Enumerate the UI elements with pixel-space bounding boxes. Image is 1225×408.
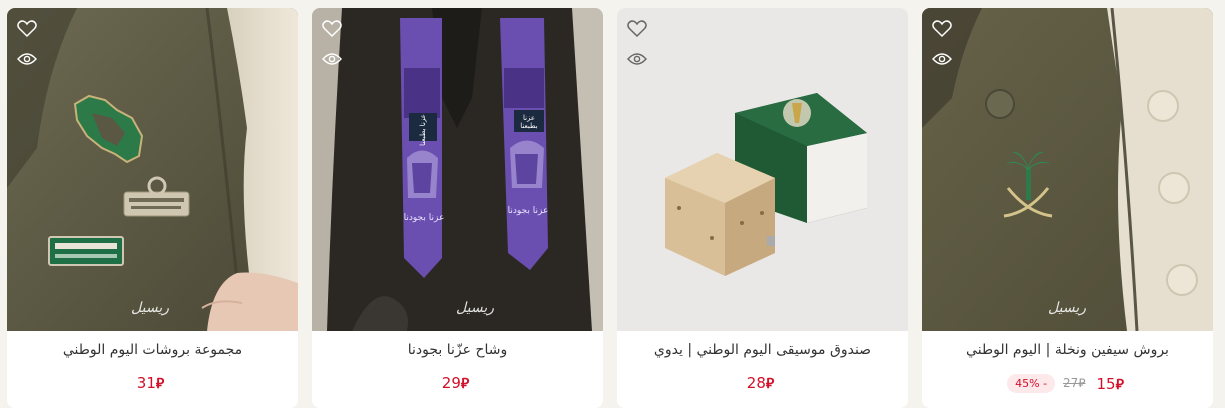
riyal-icon: ⃁: [460, 376, 470, 392]
price-row: 28⃁: [617, 374, 908, 392]
price-row: 29⃁: [312, 374, 603, 392]
old-price: 27⃁: [1063, 376, 1086, 390]
product-card-brooch-collection[interactable]: ريسيل مجموعة بروشات اليوم الوطني 31⃁: [7, 8, 298, 408]
product-title[interactable]: مجموعة بروشات اليوم الوطني: [7, 342, 298, 358]
current-price: 15⃁: [1096, 374, 1124, 393]
product-title[interactable]: وشاح عزّنا بجودنا: [312, 342, 603, 358]
discount-badge: 45% -: [1007, 374, 1056, 393]
riyal-icon: ⃁: [155, 376, 165, 392]
product-image[interactable]: ريسيل: [922, 8, 1213, 331]
riyal-icon: ⃁: [1078, 376, 1086, 390]
scarf-text-bottom-left: عزنا بجودنا: [403, 213, 445, 223]
heart-icon[interactable]: [625, 17, 649, 41]
product-grid: ريسيل مجموعة بروشات اليوم الوطني 31⃁: [0, 0, 1225, 408]
heart-icon[interactable]: [930, 17, 954, 41]
heart-icon[interactable]: [320, 17, 344, 41]
watermark: ريسيل: [131, 300, 169, 316]
scarf-text-left: عزنا بطبعنا: [419, 114, 427, 146]
eye-icon[interactable]: [625, 47, 649, 71]
riyal-icon: ⃁: [765, 376, 775, 392]
eye-icon[interactable]: [15, 47, 39, 71]
riyal-icon: ⃁: [1115, 376, 1124, 393]
product-card-music-box[interactable]: صندوق موسيقى اليوم الوطني | يدوي 28⃁: [617, 8, 908, 408]
scarf-text-bottom-right: عزنا بجودنا: [507, 206, 549, 216]
watermark: ريسيل: [1048, 300, 1086, 316]
product-image[interactable]: ريسيل: [7, 8, 298, 331]
product-image[interactable]: [617, 8, 908, 331]
price-row: 31⃁: [7, 374, 298, 392]
product-title[interactable]: صندوق موسيقى اليوم الوطني | يدوي: [617, 342, 908, 358]
scarf-text-right: عزنا بطبعنا: [520, 114, 538, 130]
product-title[interactable]: بروش سيفين ونخلة | اليوم الوطني: [922, 342, 1213, 358]
current-price: 28⃁: [746, 374, 775, 392]
current-price: 29⃁: [441, 374, 470, 392]
eye-icon[interactable]: [320, 47, 344, 71]
product-image[interactable]: عزنا بطبعنا عزنا بطبعنا عزنا بجودنا عزنا…: [312, 8, 603, 331]
current-price: 31⃁: [136, 374, 165, 392]
eye-icon[interactable]: [930, 47, 954, 71]
watermark: ريسيل: [456, 300, 494, 316]
product-card-sword-palm-brooch[interactable]: ريسيل بروش سيفين ونخلة | اليوم الوطني 15…: [922, 8, 1213, 408]
heart-icon[interactable]: [15, 17, 39, 41]
product-card-scarf[interactable]: عزنا بطبعنا عزنا بطبعنا عزنا بجودنا عزنا…: [312, 8, 603, 408]
price-row: 15⃁ 27⃁ 45% -: [922, 374, 1213, 393]
